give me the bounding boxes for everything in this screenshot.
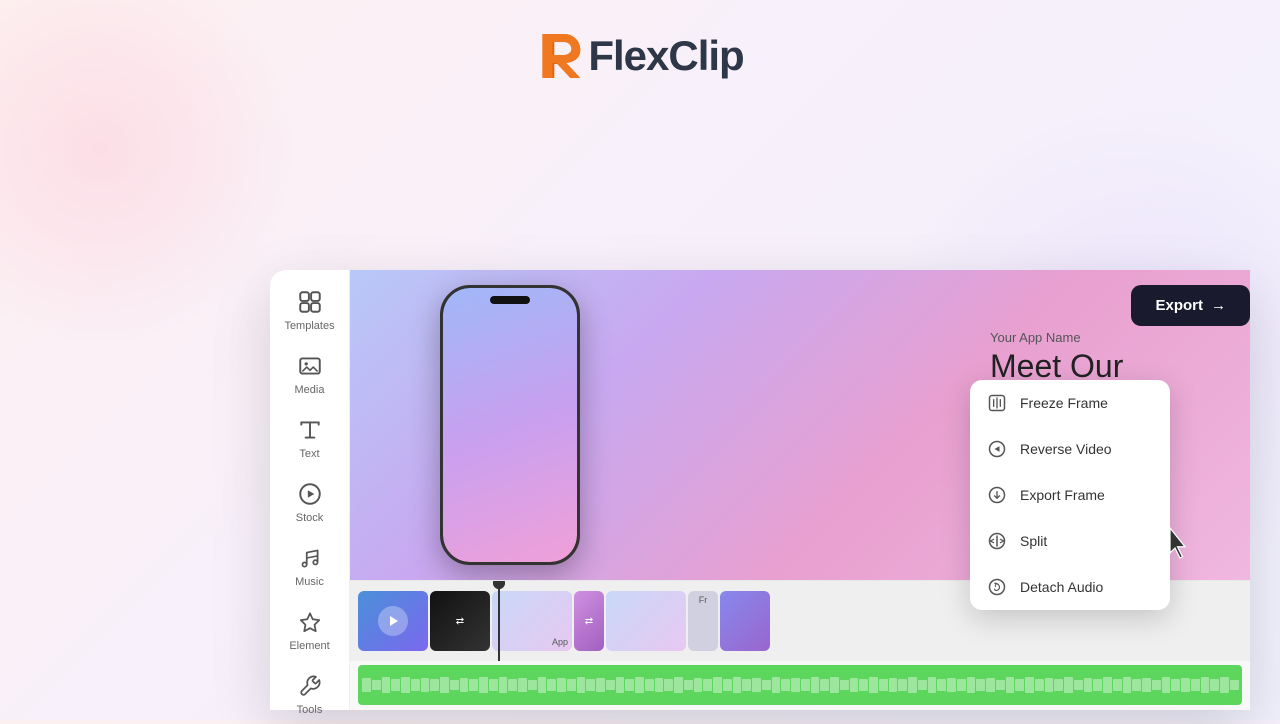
export-button[interactable]: Export → bbox=[1131, 285, 1250, 326]
text-label: Text bbox=[299, 448, 319, 460]
context-menu: Freeze Frame Reverse Video bbox=[970, 380, 1170, 610]
detach-audio-icon bbox=[986, 576, 1008, 598]
timeline-clip-4[interactable]: ⇄ bbox=[574, 591, 604, 651]
timeline-clip-6[interactable]: Fr bbox=[688, 591, 718, 651]
freeze-frame-label: Freeze Frame bbox=[1020, 395, 1108, 411]
sidebar-item-stock[interactable]: Stock bbox=[275, 472, 345, 532]
context-menu-freeze-frame[interactable]: Freeze Frame bbox=[970, 380, 1170, 426]
reverse-video-icon bbox=[986, 438, 1008, 460]
context-menu-export-frame[interactable]: Export Frame bbox=[970, 472, 1170, 518]
context-menu-split[interactable]: Split bbox=[970, 518, 1170, 564]
freeze-frame-icon bbox=[986, 392, 1008, 414]
reverse-video-label: Reverse Video bbox=[1020, 441, 1112, 457]
editor-container: Templates Media Text bbox=[270, 270, 1250, 710]
audio-track[interactable]: (function(){ const wv = document.querySe… bbox=[358, 665, 1242, 705]
stock-icon bbox=[296, 480, 324, 508]
sidebar: Templates Media Text bbox=[270, 270, 350, 710]
stock-label: Stock bbox=[296, 512, 324, 524]
audio-waveform: (function(){ const wv = document.querySe… bbox=[358, 665, 1242, 705]
element-label: Element bbox=[289, 640, 329, 652]
media-icon bbox=[296, 352, 324, 380]
export-label: Export bbox=[1155, 297, 1203, 314]
tools-icon bbox=[296, 672, 324, 700]
context-menu-reverse-video[interactable]: Reverse Video bbox=[970, 426, 1170, 472]
export-arrow-icon: → bbox=[1211, 297, 1226, 314]
canvas-area: Your App Name Meet Our New App This is a… bbox=[350, 270, 1250, 710]
timeline-clip-5[interactable] bbox=[606, 591, 686, 651]
phone-mockup bbox=[440, 285, 620, 585]
timeline-clip-2[interactable]: ⇄ bbox=[430, 591, 490, 651]
cursor-arrow bbox=[1165, 525, 1195, 555]
templates-label: Templates bbox=[284, 320, 334, 332]
phone-screen bbox=[443, 288, 577, 562]
tools-label: Tools bbox=[297, 704, 323, 716]
sidebar-item-tools[interactable]: Tools bbox=[275, 664, 345, 724]
sidebar-item-music[interactable]: Music bbox=[275, 536, 345, 596]
promo-app-name: Your App Name bbox=[990, 330, 1170, 345]
templates-icon bbox=[296, 288, 324, 316]
timeline-clip-3[interactable]: App bbox=[492, 591, 572, 651]
music-label: Music bbox=[295, 576, 324, 588]
split-icon bbox=[986, 530, 1008, 552]
logo-f-icon bbox=[536, 30, 588, 82]
timeline-playhead bbox=[498, 581, 500, 661]
timeline-clip-1[interactable] bbox=[358, 591, 428, 651]
split-label: Split bbox=[1020, 533, 1047, 549]
sidebar-item-media[interactable]: Media bbox=[275, 344, 345, 404]
music-icon bbox=[296, 544, 324, 572]
logo-text: FlexClip bbox=[588, 32, 743, 80]
export-frame-label: Export Frame bbox=[1020, 487, 1105, 503]
context-menu-detach-audio[interactable]: Detach Audio bbox=[970, 564, 1170, 610]
phone-notch bbox=[490, 296, 530, 304]
detach-audio-label: Detach Audio bbox=[1020, 579, 1103, 595]
timeline-clip-7[interactable] bbox=[720, 591, 770, 651]
element-icon bbox=[296, 608, 324, 636]
media-label: Media bbox=[295, 384, 325, 396]
sidebar-item-element[interactable]: Element bbox=[275, 600, 345, 660]
sidebar-item-text[interactable]: Text bbox=[275, 408, 345, 468]
export-frame-icon bbox=[986, 484, 1008, 506]
bg-blob-pink bbox=[0, 0, 300, 350]
sidebar-item-templates[interactable]: Templates bbox=[275, 280, 345, 340]
app-logo: FlexClip bbox=[536, 30, 743, 82]
phone-body bbox=[440, 285, 580, 565]
text-icon bbox=[296, 416, 324, 444]
